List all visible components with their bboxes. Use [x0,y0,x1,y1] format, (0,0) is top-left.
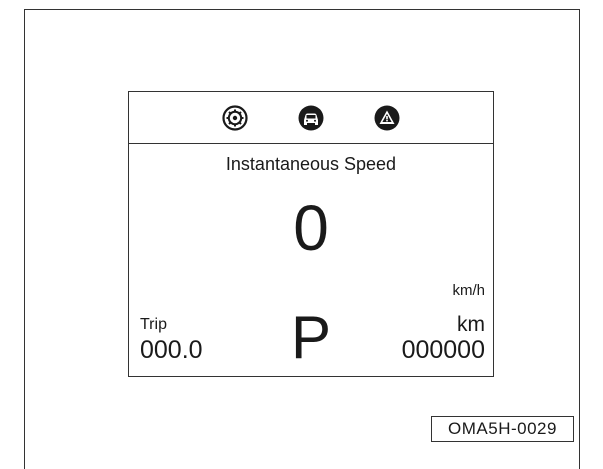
speed-label: Instantaneous Speed [225,154,397,174]
figure-code-label: OMA5H-0029 [431,416,574,442]
indicator-icon-bar [129,92,493,144]
speed-unit: km/h [452,282,485,299]
gear-settings-icon [222,105,248,131]
instrument-display: Instantaneous Speed 0 km/h Trip 000.0 P … [128,91,494,377]
car-icon [298,105,324,131]
warning-icon [374,105,400,131]
speed-value: 0 [293,192,329,264]
odometer-unit: km [457,313,485,336]
odometer-value: 000000 [401,336,485,364]
